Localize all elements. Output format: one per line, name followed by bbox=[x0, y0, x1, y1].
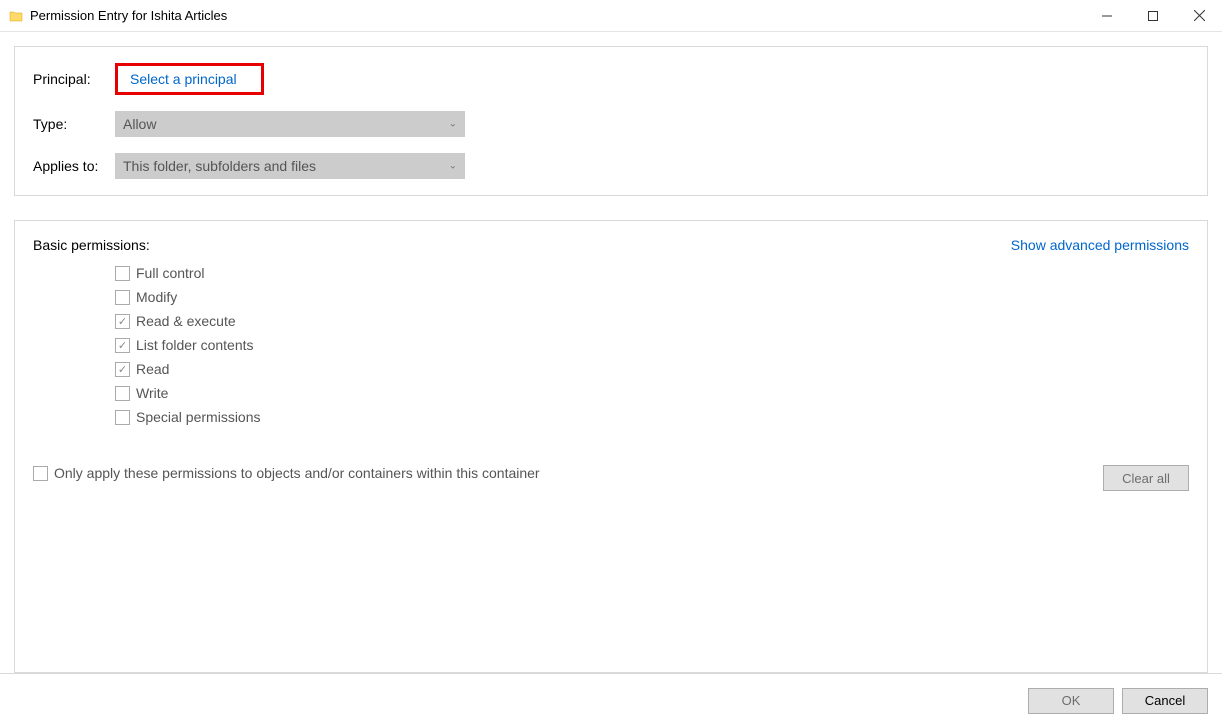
titlebar: Permission Entry for Ishita Articles bbox=[0, 0, 1222, 32]
permission-item: List folder contents bbox=[115, 337, 1189, 353]
principal-highlight: Select a principal bbox=[115, 63, 264, 95]
clear-all-button[interactable]: Clear all bbox=[1103, 465, 1189, 491]
permission-item: Modify bbox=[115, 289, 1189, 305]
type-label: Type: bbox=[33, 116, 115, 132]
maximize-button[interactable] bbox=[1130, 0, 1176, 31]
basic-permissions-label: Basic permissions: bbox=[33, 237, 150, 253]
permission-item: Full control bbox=[115, 265, 1189, 281]
type-value: Allow bbox=[123, 116, 156, 132]
permission-item: Special permissions bbox=[115, 409, 1189, 425]
permission-checkbox[interactable] bbox=[115, 338, 130, 353]
permissions-panel: Basic permissions: Show advanced permiss… bbox=[14, 220, 1208, 673]
permission-label: Modify bbox=[136, 289, 177, 305]
permission-item: Write bbox=[115, 385, 1189, 401]
permission-checkbox[interactable] bbox=[115, 410, 130, 425]
cancel-button[interactable]: Cancel bbox=[1122, 688, 1208, 714]
permission-item: Read & execute bbox=[115, 313, 1189, 329]
only-apply-label: Only apply these permissions to objects … bbox=[54, 465, 540, 481]
window-title: Permission Entry for Ishita Articles bbox=[30, 8, 1084, 23]
applies-to-value: This folder, subfolders and files bbox=[123, 158, 316, 174]
minimize-button[interactable] bbox=[1084, 0, 1130, 31]
show-advanced-permissions-link[interactable]: Show advanced permissions bbox=[1011, 237, 1189, 253]
window-controls bbox=[1084, 0, 1222, 31]
permission-checkbox[interactable] bbox=[115, 266, 130, 281]
select-principal-link[interactable]: Select a principal bbox=[124, 69, 243, 89]
permission-label: Read bbox=[136, 361, 169, 377]
permission-checkbox[interactable] bbox=[115, 362, 130, 377]
permission-label: Special permissions bbox=[136, 409, 261, 425]
principal-panel: Principal: Select a principal Type: Allo… bbox=[14, 46, 1208, 196]
principal-label: Principal: bbox=[33, 71, 115, 87]
chevron-down-icon: ⌄ bbox=[449, 161, 457, 172]
permission-label: Full control bbox=[136, 265, 204, 281]
permission-label: Read & execute bbox=[136, 313, 236, 329]
ok-button[interactable]: OK bbox=[1028, 688, 1114, 714]
chevron-down-icon: ⌄ bbox=[449, 119, 457, 130]
close-button[interactable] bbox=[1176, 0, 1222, 31]
applies-to-combobox[interactable]: This folder, subfolders and files ⌄ bbox=[115, 153, 465, 179]
permission-checkbox[interactable] bbox=[115, 314, 130, 329]
permission-checkbox[interactable] bbox=[115, 386, 130, 401]
permission-item: Read bbox=[115, 361, 1189, 377]
permissions-list: Full control Modify Read & execute List fol… bbox=[115, 265, 1189, 425]
type-combobox[interactable]: Allow ⌄ bbox=[115, 111, 465, 137]
permission-label: Write bbox=[136, 385, 168, 401]
permission-label: List folder contents bbox=[136, 337, 254, 353]
folder-icon bbox=[8, 8, 24, 24]
dialog-footer: OK Cancel bbox=[0, 673, 1222, 727]
permission-checkbox[interactable] bbox=[115, 290, 130, 305]
only-apply-checkbox[interactable] bbox=[33, 466, 48, 481]
applies-to-label: Applies to: bbox=[33, 158, 115, 174]
